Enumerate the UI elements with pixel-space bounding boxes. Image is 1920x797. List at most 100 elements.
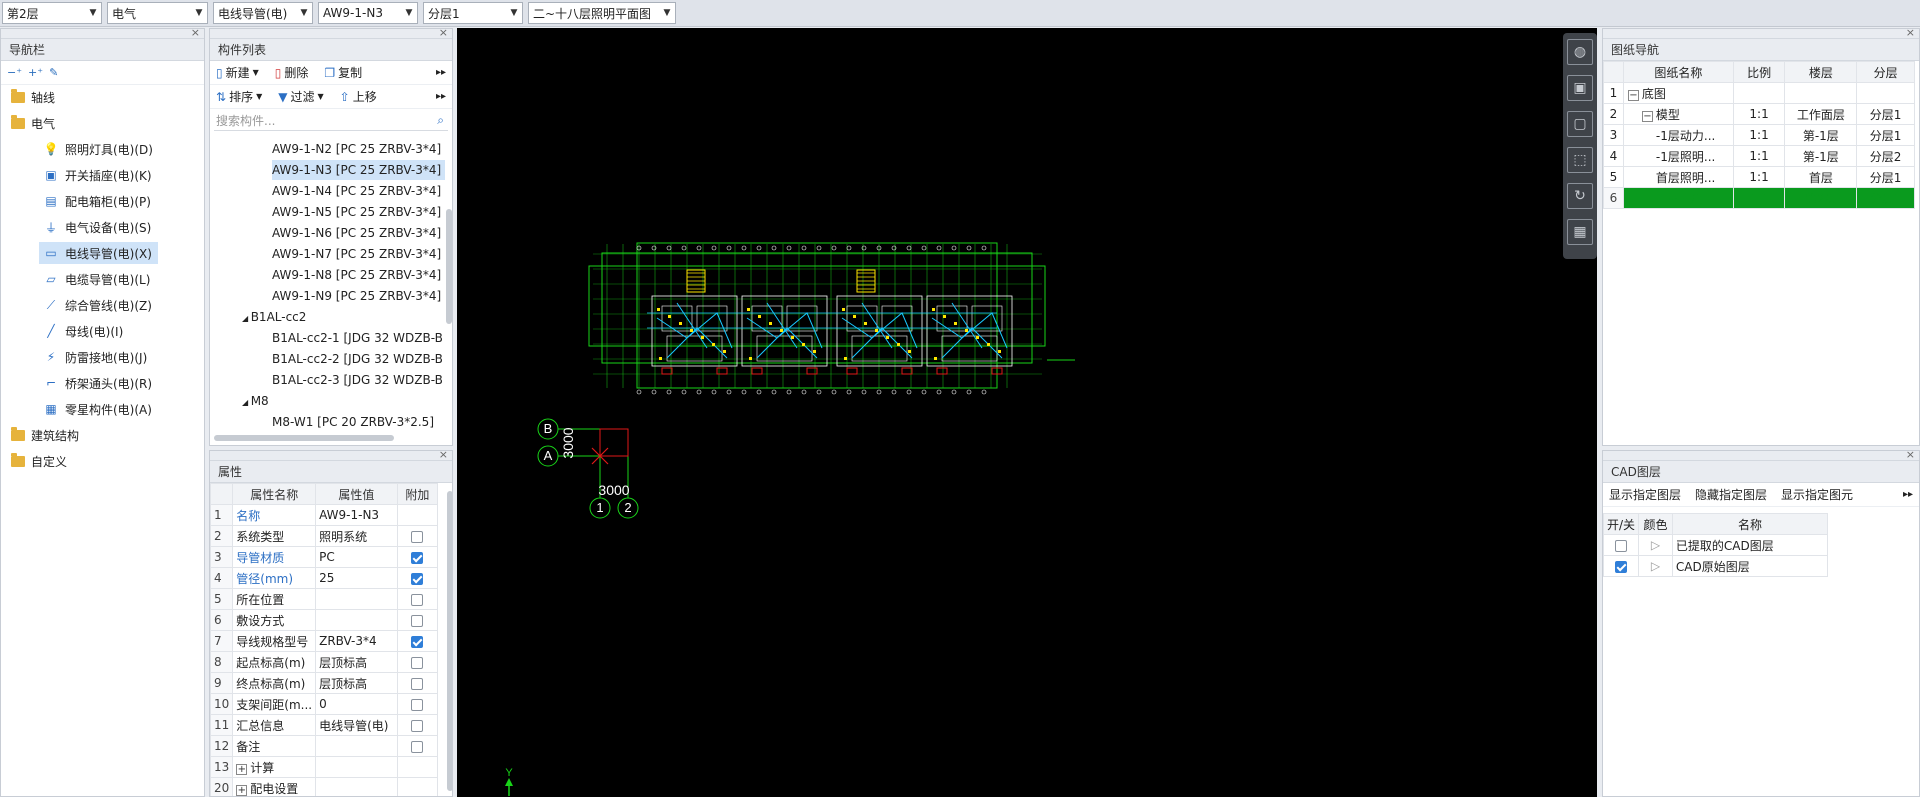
layer-color-icon[interactable]: ▷ [1638,555,1673,577]
collapse-all-icon[interactable]: −⁺ [7,66,22,79]
drawing-row[interactable]: 4 -1层照明... 1:1 第-1层 分层2 [1603,145,1915,167]
rotate-icon[interactable]: ↻ [1567,183,1593,209]
hide-layer-button[interactable]: 隐藏指定图层 [1695,486,1767,503]
nav-item[interactable]: ⌐ 桥架通头(电)(R) [39,372,158,394]
nav-item[interactable]: ⏚ 电气设备(电)(S) [39,216,157,238]
delete-button[interactable]: ▯ 删除 [275,64,309,81]
extra-checkbox[interactable] [411,530,424,543]
3d-view-icon[interactable]: ▣ [1567,75,1593,101]
nav-item[interactable]: ╱ 母线(电)(I) [39,320,129,342]
show-element-button[interactable]: 显示指定图元 [1781,486,1853,503]
nav-item[interactable]: 电气 [7,112,61,134]
expand-icon[interactable]: ◢ [242,314,251,323]
property-row[interactable]: 7 导线规格型号 ZRBV-3*4 [210,630,439,652]
extra-checkbox[interactable] [411,719,424,732]
property-row[interactable]: 4 管径(mm) 25 [210,567,439,589]
component-item[interactable]: AW9-1-N4 [PC 25 ZRBV-3*4] [272,181,445,201]
component-item[interactable]: B1AL-cc2-1 [JDG 32 WDZB-B [272,328,447,348]
component-item[interactable]: M8-W1 [PC 20 ZRBV-3*2.5] [272,412,438,432]
nav-item[interactable]: ⟋ 综合管线(电)(Z) [39,294,158,316]
property-value[interactable]: ZRBV-3*4 [315,630,398,652]
property-row[interactable]: 8 起点标高(m) 层顶标高 [210,651,439,673]
property-value[interactable] [315,609,398,631]
expand-icon[interactable]: ◢ [242,398,251,407]
discipline-select[interactable]: 电气 ▼ [107,2,208,24]
drawing-select[interactable]: 二~十八层照明平面图 ▼ [528,2,676,24]
component-item[interactable]: B1AL-cc2-2 [JDG 32 WDZB-B [272,349,447,369]
drawing-row[interactable]: 2− 模型 1:1 工作面层 分层1 [1603,103,1915,125]
extra-checkbox[interactable] [411,614,424,627]
property-row[interactable]: 10 支架间距(m... 0 [210,693,439,715]
layer-toggle-checkbox[interactable] [1615,560,1628,573]
cad-drawing[interactable]: BA 1 2 3000 3000 Y [457,28,1597,797]
extra-checkbox[interactable] [411,656,424,669]
close-icon[interactable]: × [439,451,448,461]
component-group[interactable]: ◢ M8 [242,391,273,411]
category-select[interactable]: 电线导管(电) ▼ [213,2,313,24]
search-icon[interactable]: ⌕ [437,113,444,128]
extra-checkbox[interactable] [411,677,424,690]
vertical-scrollbar[interactable] [446,209,452,324]
new-button[interactable]: ▯ 新建 ▼ [216,64,259,81]
property-value[interactable]: 照明系统 [315,525,398,547]
property-value[interactable] [315,777,398,796]
component-item[interactable]: AW9-1-N2 [PC 25 ZRBV-3*4] [272,139,445,159]
expand-all-icon[interactable]: +⁺ [28,66,43,79]
property-row[interactable]: 20 + 配电设置 [210,777,439,796]
extra-checkbox[interactable] [411,551,424,564]
property-value[interactable] [315,756,398,778]
drawing-row[interactable]: 6 二~十八... 1:1 第2层 分层1 [1603,187,1915,209]
copy-button[interactable]: ❐ 复制 [324,64,362,81]
property-row[interactable]: 13 + 计算 [210,756,439,778]
nav-item[interactable]: 💡 照明灯具(电)(D) [39,138,159,160]
sort-button[interactable]: ⇅ 排序 ▼ [216,88,262,105]
property-row[interactable]: 12 备注 [210,735,439,757]
box-view-icon[interactable]: ⬚ [1567,147,1593,173]
extra-checkbox[interactable] [411,593,424,606]
property-value[interactable]: 0 [315,693,398,715]
extra-checkbox[interactable] [411,698,424,711]
move-up-button[interactable]: ⇧ 上移 [340,88,377,105]
property-row[interactable]: 11 汇总信息 电线导管(电) [210,714,439,736]
floor-select[interactable]: 第2层 ▼ [2,2,102,24]
nav-item[interactable]: ▱ 电缆导管(电)(L) [39,268,156,290]
cad-layer-row[interactable]: ▷ 已提取的CAD图层 [1603,534,1829,556]
top-view-icon[interactable]: ▢ [1567,111,1593,137]
collapse-icon[interactable]: − [1641,110,1653,122]
more-icon[interactable]: ▸▸ [436,67,446,78]
more-icon[interactable]: ▸▸ [436,91,446,102]
filter-button[interactable]: ▼ 过滤 ▼ [278,88,323,105]
component-item[interactable]: AW9-1-N5 [PC 25 ZRBV-3*4] [272,202,445,222]
component-item[interactable]: AW9-1-N9 [PC 25 ZRBV-3*4] [272,286,445,306]
expand-icon[interactable]: + [236,763,248,775]
drawing-row[interactable]: 5 首层照明... 1:1 首层 分层1 [1603,166,1915,188]
close-icon[interactable]: × [191,29,200,39]
extra-checkbox[interactable] [411,635,424,648]
property-row[interactable]: 2 系统类型 照明系统 [210,525,439,547]
property-row[interactable]: 9 终点标高(m) 层顶标高 [210,672,439,694]
cad-layer-row[interactable]: ▷ CAD原始图层 [1603,555,1829,577]
property-value[interactable]: 电线导管(电) [315,714,398,736]
component-item[interactable]: B1AL-cc2-3 [JDG 32 WDZB-B [272,370,447,390]
component-item[interactable]: AW9-1-N3 [PC 25 ZRBV-3*4] [272,160,446,180]
property-row[interactable]: 6 敷设方式 [210,609,439,631]
property-value[interactable]: 层顶标高 [315,672,398,694]
component-search-input[interactable]: 搜索构件... ⌕ [214,111,448,131]
drawing-row[interactable]: 1− 底图 [1603,82,1915,104]
edit-icon[interactable]: ✎ [49,66,58,79]
extra-checkbox[interactable] [411,740,424,753]
expand-icon[interactable]: + [236,784,248,796]
property-value[interactable] [315,588,398,610]
component-item[interactable]: AW9-1-N6 [PC 25 ZRBV-3*4] [272,223,445,243]
property-value[interactable]: PC [315,546,398,568]
property-value[interactable]: 25 [315,567,398,589]
orbit-icon[interactable]: ◍ [1567,39,1593,65]
extra-checkbox[interactable] [411,572,424,585]
nav-item[interactable]: ▭ 电线导管(电)(X) [39,242,158,264]
component-select[interactable]: AW9-1-N3 ▼ [318,2,418,24]
nav-item[interactable]: 自定义 [7,450,73,472]
property-value[interactable]: 层顶标高 [315,651,398,673]
calculator-icon[interactable]: ▦ [1567,219,1593,245]
nav-item[interactable]: ▣ 开关插座(电)(K) [39,164,158,186]
vertical-scrollbar[interactable] [447,491,452,791]
